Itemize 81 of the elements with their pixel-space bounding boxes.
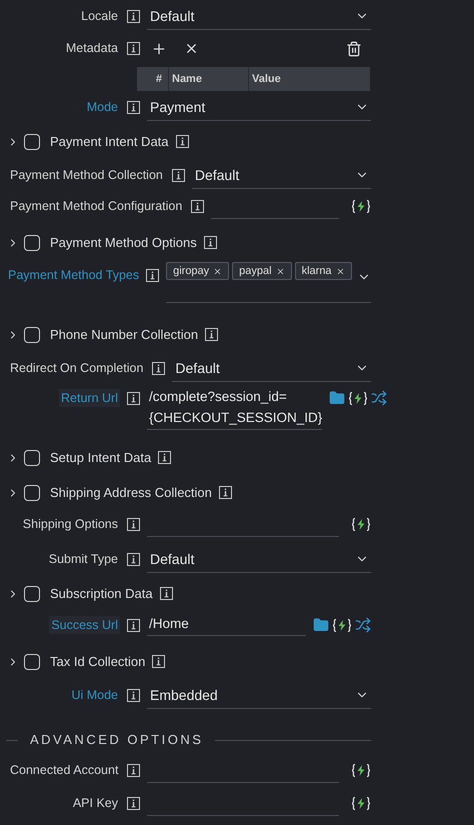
info-icon[interactable] — [127, 10, 140, 23]
checkbox[interactable] — [24, 654, 40, 670]
info-icon[interactable] — [127, 101, 140, 114]
select-field[interactable]: Default — [172, 356, 371, 382]
info-icon[interactable] — [127, 618, 140, 632]
info-icon[interactable] — [160, 587, 173, 600]
remove-icon[interactable] — [336, 266, 345, 276]
info-icon[interactable] — [127, 42, 140, 55]
add-icon[interactable] — [151, 40, 167, 56]
folder-icon[interactable] — [329, 390, 346, 406]
info-icon[interactable] — [127, 764, 140, 776]
trash-icon[interactable] — [346, 40, 362, 56]
info-icon[interactable] — [127, 518, 140, 530]
column-header: Value — [251, 72, 282, 87]
info-icon[interactable] — [176, 135, 189, 148]
field-label: Locale — [80, 8, 119, 26]
group-label: Payment Method Options — [50, 234, 197, 252]
info-icon[interactable] — [204, 236, 217, 249]
text-field[interactable]: /Home — [147, 614, 306, 636]
checkbox[interactable] — [24, 134, 40, 150]
info-icon[interactable] — [127, 689, 140, 702]
field-label: Mode — [86, 99, 119, 116]
field-label: Connected Account — [9, 762, 120, 779]
column-header: Name — [169, 67, 249, 91]
shuffle-icon[interactable] — [371, 390, 388, 406]
field-label: Ui Mode — [70, 687, 119, 704]
binding-bolt-icon[interactable] — [351, 796, 371, 810]
info-icon[interactable] — [191, 200, 204, 212]
column-header: # — [137, 67, 169, 91]
info-icon[interactable] — [218, 486, 232, 499]
select-field[interactable]: Default — [147, 4, 371, 30]
tags-field[interactable]: giropay paypal klarna — [166, 262, 371, 303]
info-icon[interactable] — [158, 451, 172, 464]
checkbox[interactable] — [24, 450, 40, 466]
field-label: Payment Method Collection — [9, 167, 164, 184]
select-field[interactable]: Default — [192, 162, 371, 188]
select-field[interactable]: Embedded — [147, 682, 371, 708]
field-label: Return Url — [59, 388, 120, 408]
info-icon[interactable] — [127, 796, 140, 810]
field-label: Submit Type — [48, 551, 119, 568]
group-label: Tax Id Collection — [50, 652, 146, 671]
checkbox[interactable] — [24, 234, 40, 250]
folder-icon[interactable] — [313, 617, 329, 633]
remove-icon[interactable] — [276, 266, 285, 276]
binding-bolt-icon[interactable] — [351, 516, 371, 532]
binding-bolt-icon[interactable] — [351, 762, 371, 778]
binding-bolt-icon[interactable] — [348, 390, 368, 406]
checkbox[interactable] — [24, 326, 40, 342]
shuffle-icon[interactable] — [355, 617, 371, 633]
select-field[interactable]: Default — [147, 546, 371, 572]
binding-bolt-icon[interactable] — [351, 198, 371, 214]
tag-chip[interactable]: paypal — [232, 262, 292, 280]
group-label: Subscription Data — [50, 584, 153, 603]
field-label: Redirect On Completion — [9, 360, 144, 378]
group-label: Payment Intent Data — [50, 132, 169, 151]
checkbox[interactable] — [24, 586, 40, 602]
info-icon[interactable] — [127, 392, 140, 404]
close-icon[interactable] — [184, 41, 199, 56]
field-label: Payment Method Types — [8, 266, 140, 284]
tag-chip[interactable]: giropay — [166, 262, 230, 280]
group-label: Phone Number Collection — [50, 326, 198, 344]
field-label: Success Url — [49, 616, 120, 634]
field-label: Metadata — [64, 40, 119, 58]
info-icon[interactable] — [152, 655, 166, 668]
group-label: Shipping Address Collection — [50, 484, 212, 502]
info-icon[interactable] — [127, 553, 140, 566]
remove-icon[interactable] — [213, 266, 222, 276]
field-label: API Key — [72, 794, 119, 812]
group-label: Setup Intent Data — [50, 448, 152, 467]
checkbox[interactable] — [24, 484, 40, 500]
select-field[interactable]: Payment — [147, 94, 371, 120]
info-icon[interactable] — [152, 362, 166, 375]
info-icon[interactable] — [205, 328, 218, 341]
tag-chip[interactable]: klarna — [294, 262, 352, 280]
field-label: Shipping Options — [22, 516, 119, 533]
section-title: ADVANCED OPTIONS — [30, 731, 204, 750]
info-icon[interactable] — [172, 169, 185, 182]
field-label: Payment Method Configuration — [9, 198, 184, 215]
info-icon[interactable] — [146, 268, 160, 282]
binding-bolt-icon[interactable] — [332, 618, 352, 632]
text-field[interactable]: /complete?session_id= {CHECKOUT_SESSION_ID} — [147, 387, 322, 430]
